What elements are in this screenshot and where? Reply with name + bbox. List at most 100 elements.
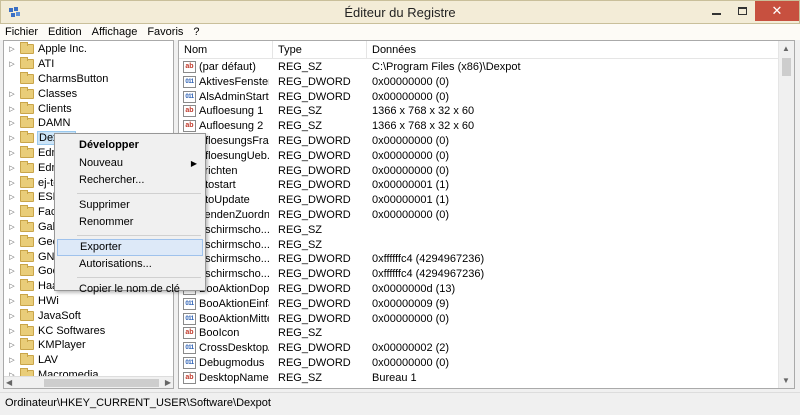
- values-list[interactable]: Nom Type Données ▲ ▼ ab (par défaut) REG_S…: [178, 40, 795, 389]
- maximize-icon: [737, 7, 747, 15]
- list-row[interactable]: 011vendenZuordn...REG_DWORD0x00000000 (0…: [179, 208, 779, 223]
- list-row[interactable]: ab (par défaut) REG_SZ C:\Program Files (x8…: [179, 60, 779, 75]
- list-row[interactable]: 011AlsAdminStarten REG_DWORD 0x00000000 (0…: [179, 90, 779, 105]
- list-row[interactable]: ab Aufloesung 1 REG_SZ 1366 x 768 x 32 x 60: [179, 104, 779, 119]
- list-row[interactable]: 011ufloesungsFrageREG_DWORD0x00000000 (0…: [179, 134, 779, 149]
- expand-arrow-icon[interactable]: ▷: [7, 90, 17, 98]
- context-menu-item[interactable]: Autorisations...: [57, 256, 203, 273]
- cell-name: dschirmscho...: [199, 253, 269, 266]
- tree-item[interactable]: ▷ Apple Inc.: [4, 42, 87, 57]
- expand-arrow-icon[interactable]: ▷: [7, 45, 17, 53]
- list-row[interactable]: 011BooAktionEinfach REG_DWORD 0x00000009 (…: [179, 297, 779, 312]
- expand-arrow-icon[interactable]: ▷: [7, 164, 17, 172]
- minimize-button[interactable]: [703, 1, 729, 21]
- context-menu-item[interactable]: Exporter: [57, 238, 203, 256]
- expand-arrow-icon[interactable]: ▷: [7, 312, 17, 320]
- menu-fichier[interactable]: Fichier: [0, 26, 43, 38]
- expand-arrow-icon[interactable]: ▷: [7, 341, 17, 349]
- tree-item[interactable]: CharmsButton: [4, 71, 108, 87]
- cell-name: ufloesungsFrage: [199, 135, 269, 147]
- list-vertical-scrollbar[interactable]: ▲ ▼: [778, 41, 794, 388]
- expand-arrow-icon[interactable]: ▷: [7, 297, 17, 305]
- context-menu-item[interactable]: Rechercher...: [57, 172, 203, 189]
- expand-arrow-icon[interactable]: ▷: [7, 179, 17, 187]
- tree-item[interactable]: ▷ Gee: [4, 234, 59, 249]
- tree-item[interactable]: ▷ HWi: [4, 293, 59, 309]
- tree-item[interactable]: ▷ Clients: [4, 101, 72, 116]
- list-row[interactable]: 011dschirmscho...REG_DWORD0xffffffc4 (42…: [179, 252, 779, 267]
- close-button[interactable]: ✕: [755, 1, 799, 21]
- tree-item[interactable]: ▷ ej-te: [4, 175, 59, 190]
- context-menu-item[interactable]: Nouveau ▶: [57, 155, 203, 172]
- list-row[interactable]: 011BooAktionDopp...REG_DWORD0x0000000d (…: [179, 282, 779, 297]
- scroll-up-icon[interactable]: ▲: [782, 44, 790, 53]
- maximize-button[interactable]: [729, 1, 755, 21]
- scrollbar-thumb[interactable]: [782, 58, 791, 76]
- cell-data: 0x00000001 (1): [372, 194, 450, 207]
- list-row[interactable]: ab Aufloesung 2 REG_SZ 1366 x 768 x 32 x 60: [179, 119, 779, 134]
- expand-arrow-icon[interactable]: ▷: [7, 105, 17, 113]
- list-row[interactable]: ab BooIcon REG_SZ: [179, 326, 779, 341]
- tree-item[interactable]: ▷ Gab: [4, 219, 59, 235]
- tree-item[interactable]: ▷ Haa: [4, 279, 58, 294]
- expand-arrow-icon[interactable]: ▷: [7, 60, 17, 68]
- tree-item[interactable]: ▷ KMPlayer: [4, 338, 86, 353]
- expand-arrow-icon[interactable]: ▷: [7, 223, 17, 231]
- list-row[interactable]: 011utoUpdateREG_DWORD0x00000001 (1): [179, 193, 779, 208]
- list-row[interactable]: 011 Debugmodus REG_DWORD 0x00000000 (0): [179, 356, 779, 371]
- tree-item[interactable]: ▷ Edra: [4, 145, 61, 161]
- tree-item[interactable]: ▷ LAV: [4, 353, 58, 368]
- expand-arrow-icon[interactable]: ▷: [7, 356, 17, 364]
- folder-icon: [20, 57, 34, 70]
- tree-item[interactable]: ▷ DAMN: [4, 116, 70, 131]
- context-menu-item[interactable]: Renommer: [57, 214, 203, 231]
- column-header-name[interactable]: Nom: [184, 44, 207, 56]
- tree-horizontal-scrollbar[interactable]: ◀ ▶: [4, 376, 173, 388]
- cell-data: 0x00000000 (0): [372, 164, 450, 177]
- expand-arrow-icon[interactable]: ▷: [7, 238, 17, 246]
- column-header-type[interactable]: Type: [278, 44, 302, 56]
- tree-item[interactable]: ▷ ATI: [4, 57, 54, 72]
- scrollbar-thumb[interactable]: [44, 379, 159, 387]
- tree-item-label: KC Softwares: [38, 324, 106, 337]
- cell-name: utostart: [199, 179, 236, 192]
- expand-arrow-icon[interactable]: ▷: [7, 267, 17, 275]
- list-row[interactable]: 011dschirmscho...REG_DWORD0xffffffc4 (42…: [179, 267, 779, 282]
- menu-favoris[interactable]: Favoris: [142, 26, 188, 38]
- context-menu-item[interactable]: Copier le nom de clé: [57, 281, 203, 298]
- expand-arrow-icon[interactable]: ▷: [7, 149, 17, 157]
- expand-arrow-icon[interactable]: ▷: [7, 327, 17, 335]
- tree-item[interactable]: ▷ KC Softwares: [4, 323, 105, 338]
- list-row[interactable]: abdschirmscho...REG_SZ: [179, 223, 779, 238]
- list-row[interactable]: abDesktopName 1 REG_SZ Bureau 1: [179, 371, 779, 386]
- list-row[interactable]: 011ufloesungUeb...REG_DWORD0x00000000 (0…: [179, 149, 779, 164]
- menu-edition[interactable]: Edition: [43, 26, 87, 38]
- expand-arrow-icon[interactable]: ▷: [7, 282, 17, 290]
- expand-arrow-icon[interactable]: ▷: [7, 193, 17, 201]
- tree-item-label: JavaSoft: [38, 309, 81, 322]
- folder-icon: [20, 264, 34, 277]
- list-row[interactable]: 011CrossDesktopAc... REG_DWORD 0x00000002 …: [179, 341, 779, 356]
- expand-arrow-icon[interactable]: ▷: [7, 253, 17, 261]
- tree-item[interactable]: ▷ Classes: [4, 86, 77, 101]
- list-row[interactable]: 011srichtenREG_DWORD0x00000000 (0): [179, 164, 779, 179]
- scroll-right-icon[interactable]: ▶: [165, 378, 171, 387]
- expand-arrow-icon[interactable]: ▷: [7, 134, 17, 142]
- context-menu-item[interactable]: Supprimer: [57, 197, 203, 214]
- expand-arrow-icon[interactable]: ▷: [7, 119, 17, 127]
- column-header-data[interactable]: Données: [372, 44, 416, 56]
- list-row[interactable]: 011 BooAktionMittel REG_DWORD 0x00000000 (0…: [179, 312, 779, 327]
- scroll-left-icon[interactable]: ◀: [6, 378, 12, 387]
- list-row[interactable]: abdschirmscho...REG_SZ: [179, 238, 779, 253]
- tree-item[interactable]: ▷ JavaSoft: [4, 308, 81, 323]
- menu-affichage[interactable]: Affichage: [87, 26, 143, 38]
- tree-item[interactable]: ▷ Goo: [4, 264, 59, 279]
- list-row[interactable]: 011AktivesFensterIc... REG_DWORD 0x0000000…: [179, 75, 779, 90]
- list-row[interactable]: 011utostartREG_DWORD0x00000001 (1): [179, 178, 779, 193]
- scroll-down-icon[interactable]: ▼: [782, 376, 790, 385]
- context-menu-item[interactable]: Développer: [57, 137, 203, 154]
- menu-help[interactable]: ?: [188, 26, 204, 38]
- dword-value-icon: 011: [183, 297, 196, 310]
- expand-arrow-icon[interactable]: ▷: [7, 208, 17, 216]
- tree-item[interactable]: ▷ Edra: [4, 160, 61, 175]
